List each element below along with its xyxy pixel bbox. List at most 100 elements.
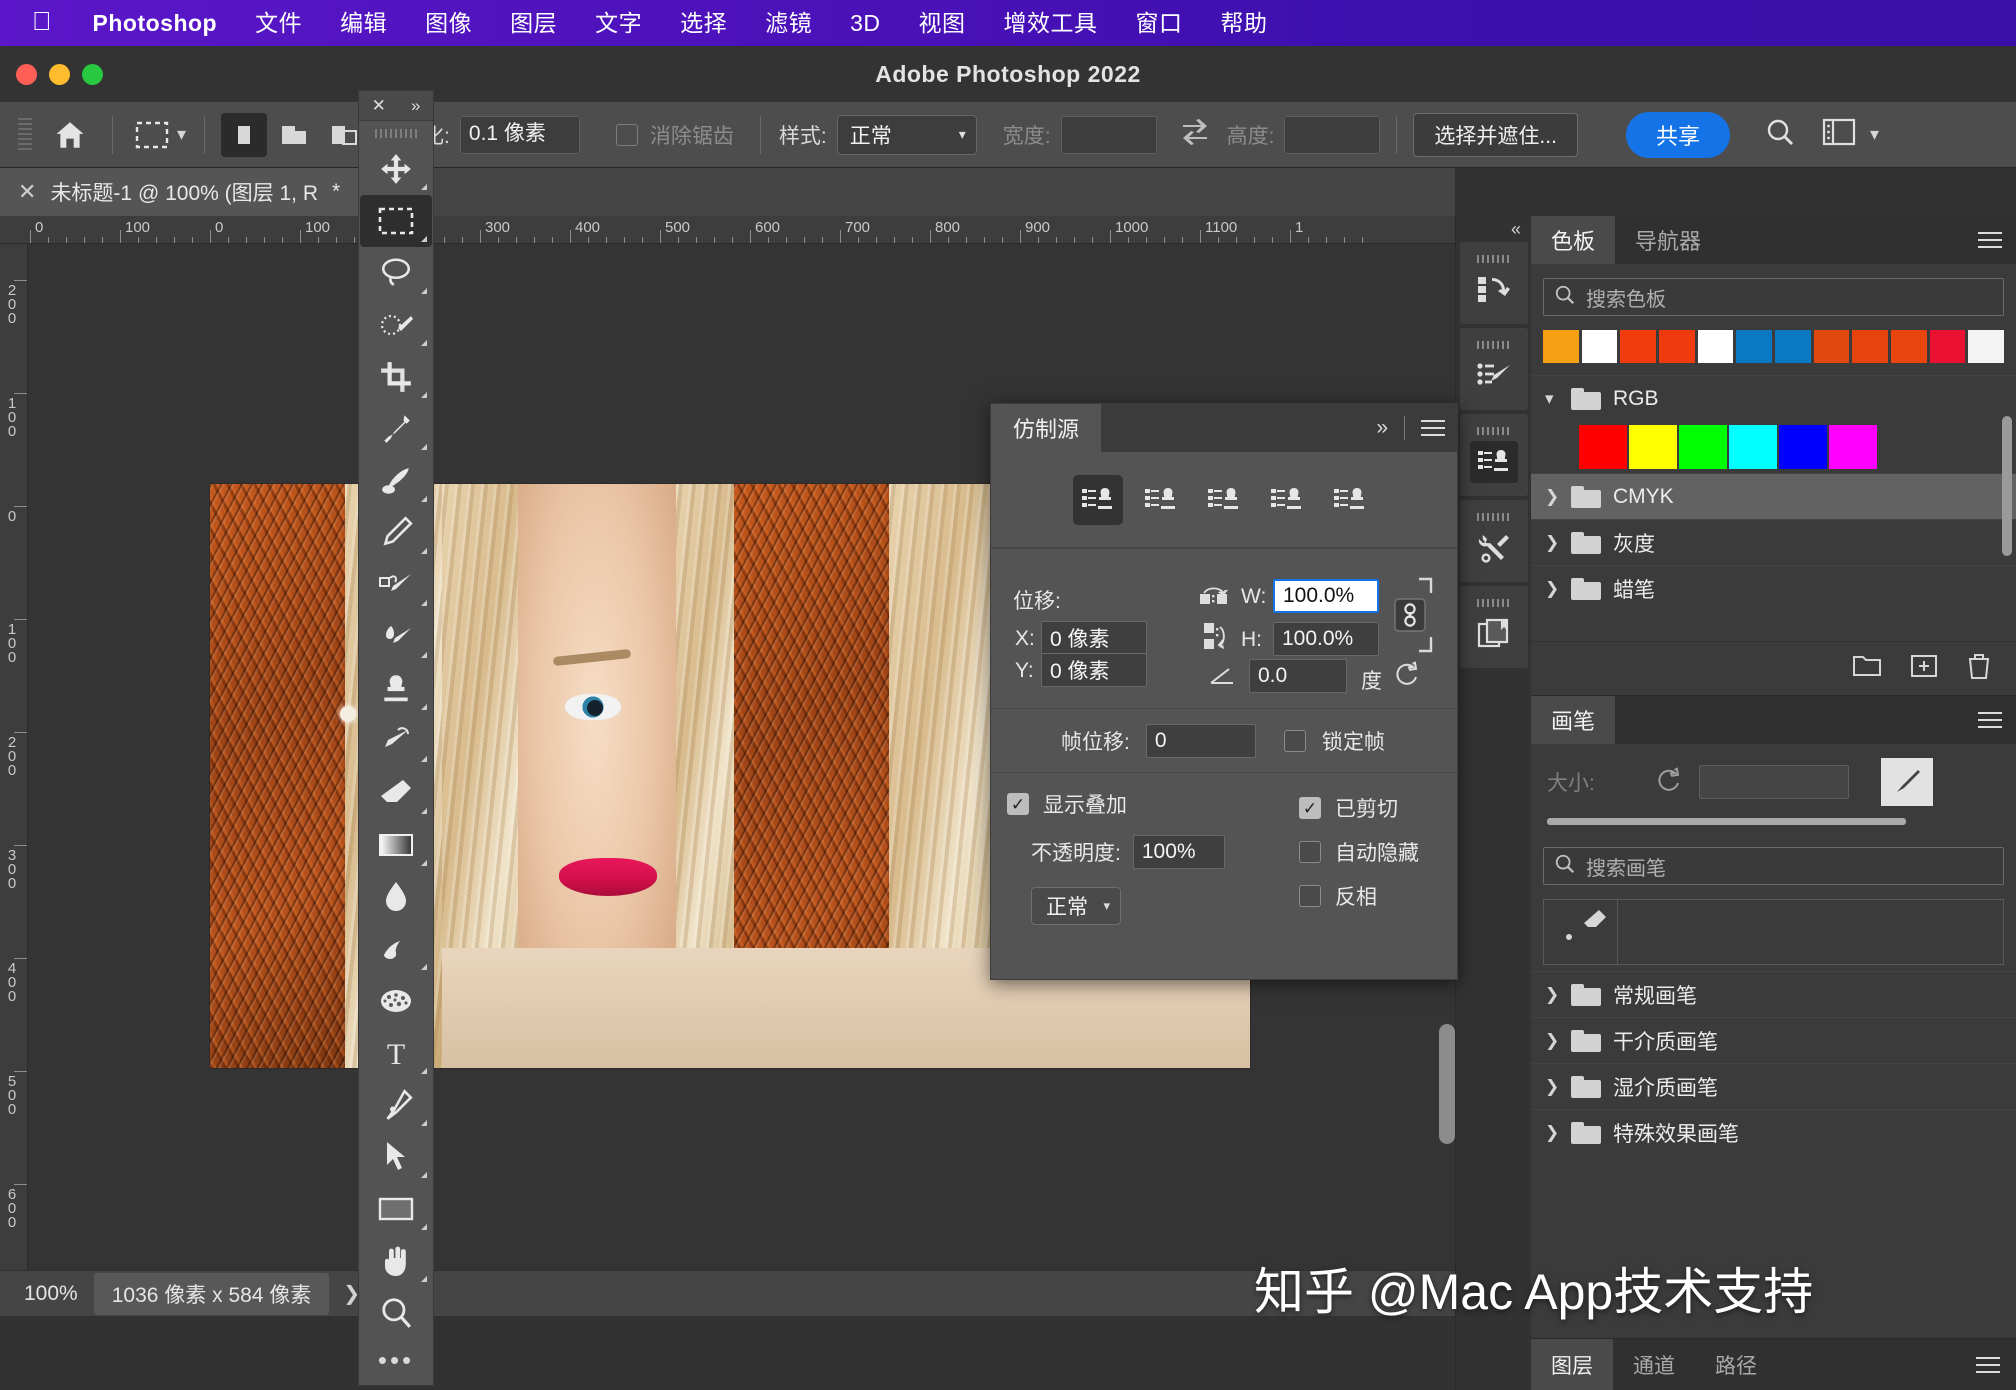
sponge-tool[interactable] — [360, 975, 432, 1027]
brush-group-wet-media[interactable]: ❯ 湿介质画笔 — [1531, 1063, 2016, 1109]
menu-item-help[interactable]: 帮助 — [1202, 0, 1287, 46]
swatch-chip[interactable] — [1736, 330, 1772, 363]
double-chevron-left-icon[interactable]: « — [1511, 219, 1521, 240]
swatch-chip[interactable] — [1582, 330, 1618, 363]
menu-item-filter[interactable]: 滤镜 — [746, 0, 831, 46]
swatch-chip[interactable] — [1968, 330, 2004, 363]
workspace-chevron-down-icon[interactable]: ▾ — [1870, 124, 1879, 145]
rotation-angle-input[interactable]: 0.0 — [1249, 659, 1347, 693]
swatch-group-pastel[interactable]: ❯ 蜡笔 — [1531, 565, 2016, 611]
pen-tool[interactable] — [360, 1079, 432, 1131]
document-tab[interactable]: ✕ 未标题-1 @ 100% (图层 1, R * — [0, 168, 359, 216]
hand-tool[interactable] — [360, 1235, 432, 1287]
menu-item-3d[interactable]: 3D — [831, 0, 899, 46]
active-tool-icon[interactable] — [129, 112, 175, 158]
gradient-tool[interactable] — [360, 819, 432, 871]
zoom-tool[interactable] — [360, 1287, 432, 1339]
brush-size-slider[interactable] — [1547, 818, 1906, 825]
menu-item-layer[interactable]: 图层 — [491, 0, 576, 46]
swatch-chip[interactable] — [1779, 425, 1827, 469]
swatch-chip[interactable] — [1852, 330, 1888, 363]
reset-icon[interactable] — [1393, 661, 1421, 692]
brush-size-input[interactable] — [1699, 765, 1849, 799]
swap-arrows-icon[interactable] — [1179, 118, 1211, 151]
swatch-group-rgb[interactable]: ▾ RGB — [1531, 375, 2016, 421]
swatch-chip[interactable] — [1620, 330, 1656, 363]
menu-item-view[interactable]: 视图 — [900, 0, 985, 46]
brush-group-special-effects[interactable]: ❯ 特殊效果画笔 — [1531, 1109, 2016, 1155]
vertical-ruler[interactable]: 20010001002003004005006008 — [0, 244, 28, 1316]
clone-source-5-button[interactable] — [1325, 475, 1375, 525]
height-scale-input[interactable]: 100.0% — [1273, 622, 1379, 656]
flip-horizontal-icon[interactable] — [1199, 585, 1229, 614]
path-selection-tool[interactable] — [360, 1131, 432, 1183]
link-icon[interactable] — [1389, 575, 1437, 660]
double-chevron-right-icon[interactable]: » — [411, 96, 420, 116]
auto-hide-checkbox[interactable] — [1299, 841, 1321, 863]
opacity-input[interactable]: 100% — [1133, 835, 1225, 869]
options-bar-grip[interactable] — [18, 118, 32, 152]
brush-preview-cell[interactable] — [1544, 900, 1618, 964]
hamburger-icon[interactable] — [1421, 420, 1445, 436]
zoom-level[interactable]: 100% — [0, 1282, 94, 1306]
swatches-search-field[interactable]: 搜索色板 — [1543, 278, 2004, 316]
blend-mode-select[interactable]: 正常 ▾ — [1031, 887, 1121, 925]
clipped-checkbox[interactable] — [1299, 797, 1321, 819]
tools-panel-grip[interactable] — [375, 125, 417, 141]
brush-group-dry-media[interactable]: ❯ 干介质画笔 — [1531, 1017, 2016, 1063]
swatch-chip[interactable] — [1679, 425, 1727, 469]
zoom-window-button[interactable] — [82, 64, 103, 85]
show-overlay-checkbox[interactable] — [1007, 793, 1029, 815]
swatch-chip[interactable] — [1659, 330, 1695, 363]
recent-swatches-row[interactable] — [1531, 330, 2016, 375]
share-button[interactable]: 共享 — [1626, 112, 1730, 158]
style-select[interactable]: 正常 ▾ — [837, 115, 977, 155]
history-panel-button[interactable] — [1460, 242, 1528, 324]
apple-logo-icon[interactable]:  — [22, 8, 74, 38]
close-window-button[interactable] — [16, 64, 37, 85]
swatch-chip[interactable] — [1579, 425, 1627, 469]
menu-item-file[interactable]: 文件 — [236, 0, 321, 46]
clone-source-2-button[interactable] — [1136, 475, 1186, 525]
document-dimensions[interactable]: 1036 像素 x 584 像素 — [94, 1273, 330, 1315]
new-selection-button[interactable] — [221, 113, 267, 157]
new-brush-icon[interactable] — [1881, 758, 1933, 806]
swatch-group-grayscale[interactable]: ❯ 灰度 — [1531, 519, 2016, 565]
select-and-mask-button[interactable]: 选择并遮住... — [1413, 113, 1578, 157]
clone-stamp-replace-tool[interactable] — [360, 559, 432, 611]
flip-vertical-icon[interactable] — [1203, 622, 1229, 655]
add-to-selection-button[interactable] — [271, 113, 317, 157]
offset-x-input[interactable]: 0 像素 — [1041, 621, 1147, 655]
width-scale-input[interactable]: 100.0% — [1273, 579, 1379, 613]
invert-checkbox[interactable] — [1299, 885, 1321, 907]
brush-tool[interactable] — [360, 507, 432, 559]
menu-item-photoshop[interactable]: Photoshop — [74, 0, 237, 46]
rectangular-marquee-tool[interactable] — [360, 195, 432, 247]
rgb-swatches-row[interactable] — [1531, 421, 2016, 473]
clone-source-3-button[interactable] — [1199, 475, 1249, 525]
tool-presets-panel-button[interactable] — [1460, 500, 1528, 582]
tab-swatches[interactable]: 色板 — [1531, 216, 1615, 264]
menu-item-plugins[interactable]: 增效工具 — [985, 0, 1117, 46]
swatch-chip[interactable] — [1775, 330, 1811, 363]
brush-preview-row[interactable] — [1543, 899, 2004, 965]
eyedropper-tool[interactable] — [360, 403, 432, 455]
clone-source-4-button[interactable] — [1262, 475, 1312, 525]
double-chevron-right-icon[interactable]: » — [1376, 416, 1388, 440]
quick-selection-tool[interactable] — [360, 299, 432, 351]
crop-tool[interactable] — [360, 351, 432, 403]
menu-item-type[interactable]: 文字 — [576, 0, 661, 46]
swatch-chip[interactable] — [1698, 330, 1734, 363]
clone-stamp-tool[interactable] — [360, 663, 432, 715]
tab-brushes[interactable]: 画笔 — [1531, 696, 1615, 744]
swatch-chip[interactable] — [1930, 330, 1966, 363]
brush-group-general[interactable]: ❯ 常规画笔 — [1531, 971, 2016, 1017]
brush-search-field[interactable]: 搜索画笔 — [1543, 847, 2004, 885]
reset-icon[interactable] — [1655, 767, 1683, 798]
type-tool[interactable]: T — [360, 1027, 432, 1079]
new-swatch-icon[interactable] — [1910, 653, 1938, 684]
move-tool[interactable] — [360, 143, 432, 195]
collapse-panels-button[interactable]: « — [1456, 216, 1531, 242]
swatch-chip[interactable] — [1829, 425, 1877, 469]
height-input[interactable] — [1284, 116, 1380, 154]
